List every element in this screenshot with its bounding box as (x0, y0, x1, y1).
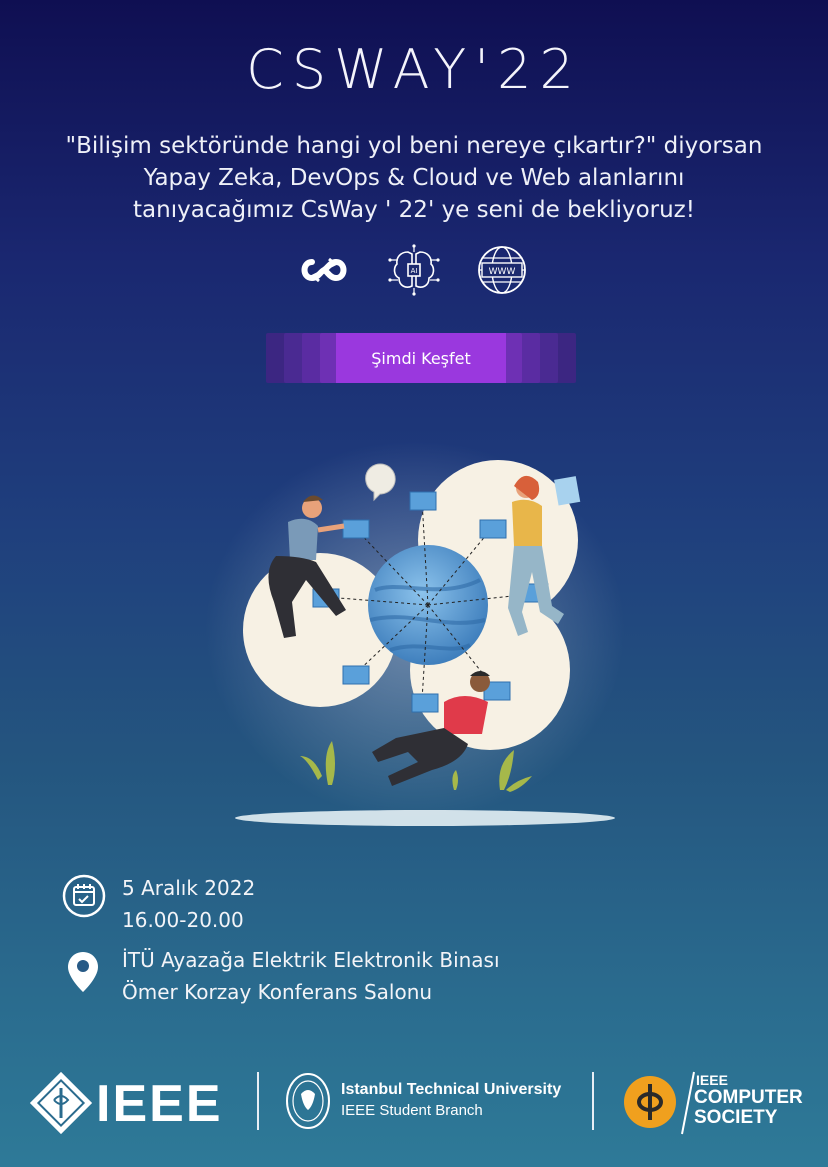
calendar-icon (62, 874, 106, 918)
cs-society: SOCIETY (694, 1107, 778, 1128)
intro-text: "Bilişim sektöründe hangi yol beni nerey… (40, 130, 788, 226)
cs-ieee: IEEE (696, 1072, 728, 1088)
event-date: 5 Aralık 2022 (122, 876, 256, 900)
explore-now-button[interactable]: Şimdi Keşfet (336, 333, 506, 383)
footer-logos: IEEE Istanbul Technical University IEEE … (0, 1060, 828, 1150)
illustration (205, 440, 625, 826)
intro-line-3: tanıyacağımız CsWay ' 22' ye seni de bek… (133, 197, 695, 223)
ai-chip-label: AI (411, 267, 418, 275)
www-globe-icon: WWW (478, 246, 526, 294)
venue-info: İTÜ Ayazağa Elektrik Elektronik Binası Ö… (62, 944, 662, 1014)
computer-society-logo (624, 1076, 676, 1128)
logo-divider (592, 1072, 594, 1130)
location-pin-icon (68, 952, 98, 992)
itu-branch: IEEE Student Branch (341, 1102, 483, 1119)
venue-line-2: Ömer Korzay Konferans Salonu (122, 980, 433, 1004)
intro-line-2: Yapay Zeka, DevOps & Cloud ve Web alanla… (143, 165, 685, 191)
event-time: 16.00-20.00 (122, 908, 244, 932)
event-title: CSWAY'22 (246, 38, 582, 101)
ieee-diamond-logo (30, 1072, 92, 1134)
cta-area: Şimdi Keşfet (266, 333, 576, 383)
ai-chip-icon: AI (388, 244, 440, 296)
topic-icons: AI WWW (0, 244, 828, 296)
devops-loop-icon (301, 257, 347, 283)
itu-name: Istanbul Technical University (341, 1081, 562, 1098)
venue-line-1: İTÜ Ayazağa Elektrik Elektronik Binası (122, 948, 500, 972)
date-info: 5 Aralık 2022 16.00-20.00 (62, 872, 662, 942)
logo-divider (257, 1072, 259, 1130)
intro-line-1: "Bilişim sektöründe hangi yol beni nerey… (65, 133, 763, 159)
www-label: WWW (489, 267, 516, 277)
ground (235, 810, 615, 826)
cs-computer: COMPUTER (694, 1087, 803, 1108)
itu-seal-logo (286, 1073, 330, 1129)
ieee-wordmark: IEEE (96, 1075, 223, 1133)
